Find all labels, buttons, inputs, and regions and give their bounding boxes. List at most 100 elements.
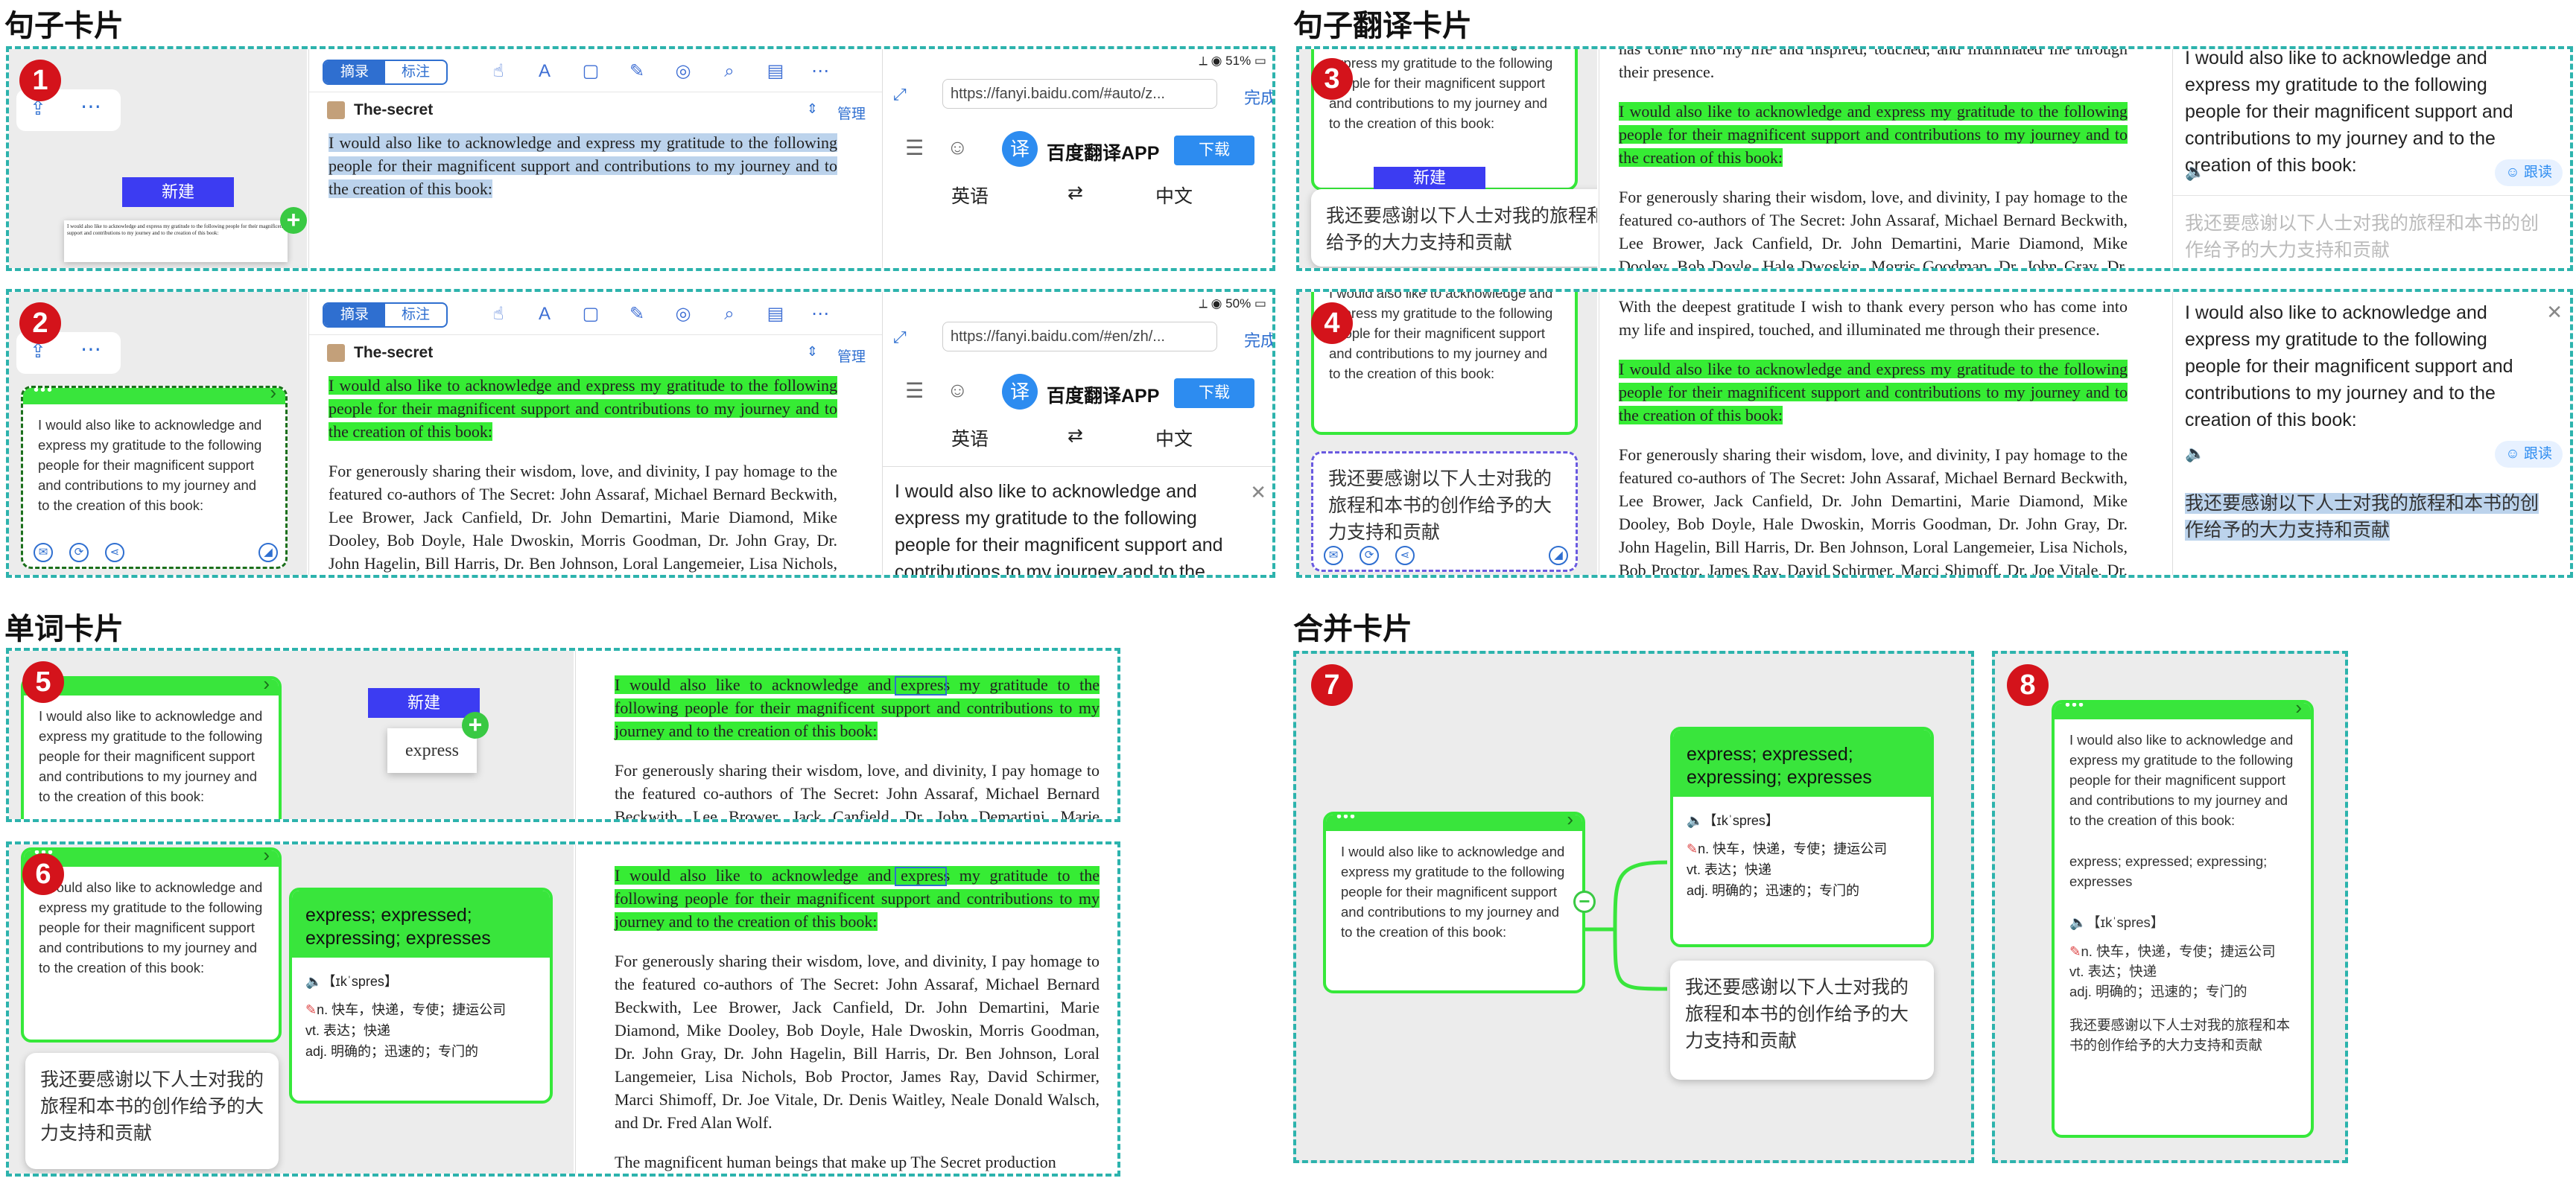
user-icon[interactable]: ☺ <box>947 378 968 402</box>
menu-icon[interactable]: ☰ <box>905 378 924 403</box>
swap-icon[interactable]: ⇄ <box>1067 424 1083 447</box>
target-language[interactable]: 中文 <box>1155 182 1193 209</box>
edit-icon[interactable]: ✎ <box>1687 841 1698 856</box>
swap-icon[interactable]: ⇄ <box>1067 182 1083 204</box>
resize-icon[interactable]: ◢ <box>1549 546 1568 565</box>
hand-icon[interactable]: ☝ <box>486 304 510 325</box>
speaker-icon[interactable]: 🔈 <box>2185 444 2205 463</box>
speaker-icon[interactable]: 🔈 <box>2185 162 2205 182</box>
resize-icon[interactable]: ◢ <box>258 543 278 562</box>
word-drag-preview[interactable]: express <box>387 728 477 773</box>
sentence-card[interactable]: I would also like to acknowledge and exp… <box>21 386 288 569</box>
word-selection[interactable] <box>895 676 947 696</box>
highlighted-sentence[interactable]: I would also like to acknowledge and exp… <box>329 376 837 441</box>
done-button[interactable]: 完成 <box>1244 328 1272 351</box>
new-card-button[interactable]: 新建 <box>1374 167 1485 189</box>
translation-card[interactable]: 我还要感谢以下人士对我的旅程和本书的创作给予的大力支持和贡献 ✉ ⟳ ⋖ ◢ <box>1311 451 1578 572</box>
tab-excerpt[interactable]: 摘录 <box>324 304 385 326</box>
new-card-button[interactable]: 新建 <box>368 688 480 718</box>
bookmark-icon[interactable]: ▤ <box>764 61 787 82</box>
sentence-card[interactable]: I would also like to acknowledge and exp… <box>1311 292 1578 435</box>
expand-icon[interactable]: ⤢ <box>893 85 907 104</box>
source-text[interactable]: I would also like to acknowledge and exp… <box>2185 299 2545 433</box>
menu-icon[interactable]: ☰ <box>905 136 924 160</box>
speaker-icon[interactable]: 🔈 <box>2069 914 2087 930</box>
expand-icon[interactable]: ⤢ <box>893 328 907 347</box>
manage-link[interactable]: 管理 <box>837 103 866 123</box>
card-header[interactable] <box>23 388 285 404</box>
word-selection[interactable] <box>895 867 947 886</box>
tab-annotate[interactable]: 标注 <box>385 304 446 326</box>
sort-icon[interactable]: ⇕ <box>807 344 818 360</box>
url-bar[interactable]: https://fanyi.baidu.com/#auto/z... <box>942 79 1217 109</box>
highlighted-sentence[interactable]: I would also like to acknowledge and exp… <box>615 675 1100 740</box>
manage-link[interactable]: 管理 <box>837 346 866 366</box>
draw-icon[interactable]: ✎ <box>625 61 649 82</box>
draw-icon[interactable]: ✎ <box>625 304 649 325</box>
translation-text[interactable]: 我还要感谢以下人士对我的旅程和本书的创作给予的大力支持和贡献 <box>2185 210 2545 264</box>
url-bar[interactable]: https://fanyi.baidu.com/#en/zh/... <box>942 322 1217 351</box>
shape-icon[interactable]: ◎ <box>671 304 695 325</box>
target-language[interactable]: 中文 <box>1155 424 1193 451</box>
source-language[interactable]: 英语 <box>951 182 989 209</box>
translation-card[interactable]: 我还要感谢以下人士对我的旅程和本书的创作给予的大力支持和贡献 <box>1670 961 1934 1080</box>
more-icon[interactable]: ⋯ <box>80 337 101 361</box>
sentence-card[interactable]: I would also like to acknowledge and exp… <box>21 676 282 819</box>
search-icon[interactable]: ⌕ <box>717 61 741 82</box>
source-text[interactable]: I would also like to acknowledge and exp… <box>895 478 1247 575</box>
translate-icon[interactable]: ⟳ <box>69 543 89 562</box>
edit-icon[interactable]: ✎ <box>2069 943 2081 959</box>
close-icon[interactable]: ✕ <box>1250 481 1266 504</box>
more-menu-icon[interactable]: ⋯ <box>808 304 832 325</box>
translation-text[interactable]: 我还要感谢以下人士对我的旅程和本书的创作给予的大力支持和贡献 <box>2185 490 2545 544</box>
highlight-icon[interactable]: A <box>533 61 556 82</box>
download-button[interactable]: 下载 <box>1174 136 1254 165</box>
rect-icon[interactable]: ▢ <box>579 304 603 325</box>
follow-read-button[interactable]: ☺ 跟读 <box>2495 441 2563 468</box>
sort-icon[interactable]: ⇕ <box>807 101 818 117</box>
search-icon[interactable]: ⌕ <box>717 304 741 325</box>
edit-icon[interactable]: ✎ <box>305 1002 317 1017</box>
comment-icon[interactable]: ✉ <box>34 543 53 562</box>
translate-icon[interactable]: ⟳ <box>1360 546 1379 565</box>
rect-icon[interactable]: ▢ <box>579 61 603 82</box>
bookmark-icon[interactable]: ▤ <box>764 304 787 325</box>
more-menu-icon[interactable]: ⋯ <box>808 61 832 82</box>
speaker-icon[interactable]: 🔈 <box>305 974 322 989</box>
more-icon[interactable]: ⋯ <box>80 94 101 118</box>
card-header[interactable] <box>2055 703 2311 719</box>
close-icon[interactable]: ✕ <box>2546 301 2563 324</box>
source-language[interactable]: 英语 <box>951 424 989 451</box>
word-card[interactable]: express; expressed; expressing; expresse… <box>289 888 553 1104</box>
card-header[interactable] <box>24 850 279 867</box>
add-icon[interactable]: + <box>280 207 307 234</box>
speaker-icon[interactable]: 🔈 <box>1687 813 1703 828</box>
hand-icon[interactable]: ☝ <box>486 61 510 82</box>
highlighted-sentence[interactable]: I would also like to acknowledge and exp… <box>1619 360 2128 424</box>
sentence-card[interactable]: I would also like to acknowledge and exp… <box>1323 812 1585 993</box>
drag-preview[interactable]: I would also like to acknowledge and exp… <box>64 220 288 262</box>
tab-excerpt[interactable]: 摘录 <box>324 61 385 83</box>
user-icon[interactable]: ☺ <box>947 136 968 159</box>
comment-icon[interactable]: ✉ <box>1324 546 1343 565</box>
new-card-button[interactable]: 新建 <box>122 177 234 207</box>
follow-read-button[interactable]: ☺ 跟读 <box>2495 159 2563 186</box>
tab-annotate[interactable]: 标注 <box>385 61 446 83</box>
share-card-icon[interactable]: ⋖ <box>1395 546 1415 565</box>
share-card-icon[interactable]: ⋖ <box>105 543 124 562</box>
highlighted-sentence[interactable]: I would also like to acknowledge and exp… <box>1619 102 2128 167</box>
translation-card[interactable]: 我还要感谢以下人士对我的旅程和本书的创作给予的大力支持和贡献 <box>25 1053 279 1169</box>
collapse-icon[interactable]: − <box>1573 891 1596 913</box>
source-text[interactable]: I would also like to acknowledge and exp… <box>2185 49 2545 179</box>
highlight-icon[interactable]: A <box>533 304 556 325</box>
add-icon[interactable]: + <box>462 712 489 739</box>
merged-card[interactable]: I would also like to acknowledge and exp… <box>2052 700 2314 1138</box>
highlighted-sentence[interactable]: I would also like to acknowledge and exp… <box>615 866 1100 931</box>
word-card[interactable]: express; expressed; expressing; expresse… <box>1670 727 1934 947</box>
selected-sentence[interactable]: I would also like to acknowledge and exp… <box>329 133 837 198</box>
card-header[interactable] <box>1326 815 1582 831</box>
selected-translation[interactable]: 我还要感谢以下人士对我的旅程和本书的创作给予的大力支持和贡献 <box>2185 493 2539 541</box>
translation-drag-preview[interactable]: 我还要感谢以下人士对我的旅程和本书的创作给予的大力支持和贡献 <box>1311 189 1597 267</box>
done-button[interactable]: 完成 <box>1244 85 1272 109</box>
download-button[interactable]: 下载 <box>1174 378 1254 408</box>
